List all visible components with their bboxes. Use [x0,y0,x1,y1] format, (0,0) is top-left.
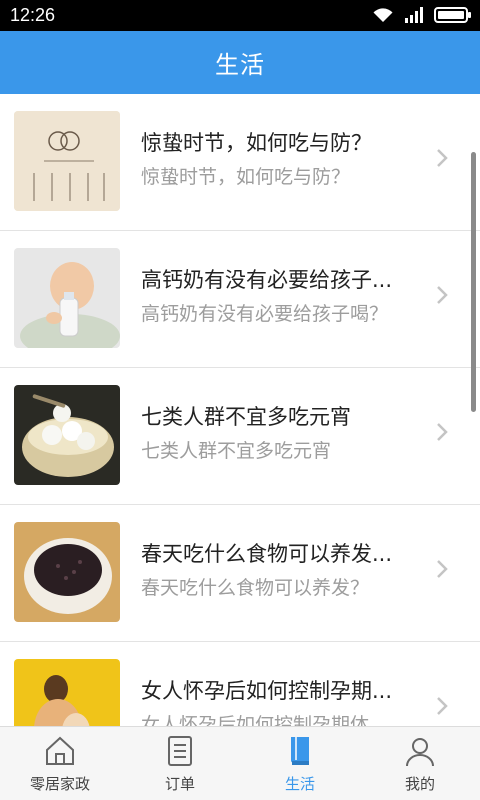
nav-label: 订单 [164,775,195,793]
list-item[interactable]: 惊蛰时节，如何吃与防？ 惊蛰时节，如何吃与防？ [0,94,480,231]
list-item[interactable]: 七类人群不宜多吃元宵 七类人群不宜多吃元宵 [0,368,480,505]
book-icon [290,737,309,765]
home-icon [46,736,74,765]
article-thumbnail [14,659,120,726]
article-list: 惊蛰时节，如何吃与防？ 惊蛰时节，如何吃与防？ 高钙奶有没有必要给孩子... 高… [0,94,480,726]
title-bar: 生活 [0,31,480,94]
scrollbar[interactable] [471,152,476,412]
order-icon [168,736,192,766]
status-icons [372,6,472,24]
chevron-right-icon [437,286,448,304]
battery-icon [434,7,471,23]
article-title: 惊蛰时节，如何吃与防？ [141,131,372,155]
user-icon [406,738,434,767]
chevron-right-icon [437,560,448,578]
article-title: 七类人群不宜多吃元宵 [141,405,351,429]
article-title: 女人怀孕后如何控制孕期... [141,679,393,703]
article-subtitle: 高钙奶有没有必要给孩子喝？ [141,303,389,325]
nav-label: 生活 [284,775,315,793]
article-thumbnail [14,111,120,211]
status-time: 12:26 [10,5,56,25]
article-title: 春天吃什么食物可以养发... [141,542,393,566]
article-subtitle: 七类人群不宜多吃元宵 [141,440,332,462]
article-thumbnail [14,248,120,348]
chevron-right-icon [437,423,448,441]
list-item[interactable]: 高钙奶有没有必要给孩子... 高钙奶有没有必要给孩子喝？ [0,231,480,368]
nav-label: 零居家政 [29,775,90,793]
wifi-icon [373,8,393,22]
article-subtitle: 春天吃什么食物可以养发？ [141,577,370,599]
article-subtitle: 女人怀孕后如何控制孕期体 [141,714,370,726]
list-item[interactable]: 女人怀孕后如何控制孕期... 女人怀孕后如何控制孕期体 [0,642,480,726]
article-title: 高钙奶有没有必要给孩子... [141,268,393,292]
nav-item-life[interactable]: 生活 [240,727,360,800]
article-subtitle: 惊蛰时节，如何吃与防？ [141,166,351,188]
bottom-nav: 零居家政 订单 生活 我的 [0,726,480,800]
nav-item-home[interactable]: 零居家政 [0,727,120,800]
nav-item-mine[interactable]: 我的 [360,727,480,800]
nav-label: 我的 [404,775,435,793]
article-thumbnail [14,385,120,485]
status-bar: 12:26 [0,0,480,31]
page-title: 生活 [215,51,265,79]
list-item[interactable]: 春天吃什么食物可以养发... 春天吃什么食物可以养发？ [0,505,480,642]
chevron-right-icon [437,697,448,715]
chevron-right-icon [437,149,448,167]
nav-item-orders[interactable]: 订单 [120,727,240,800]
signal-icon [405,7,423,23]
article-thumbnail [14,522,120,622]
